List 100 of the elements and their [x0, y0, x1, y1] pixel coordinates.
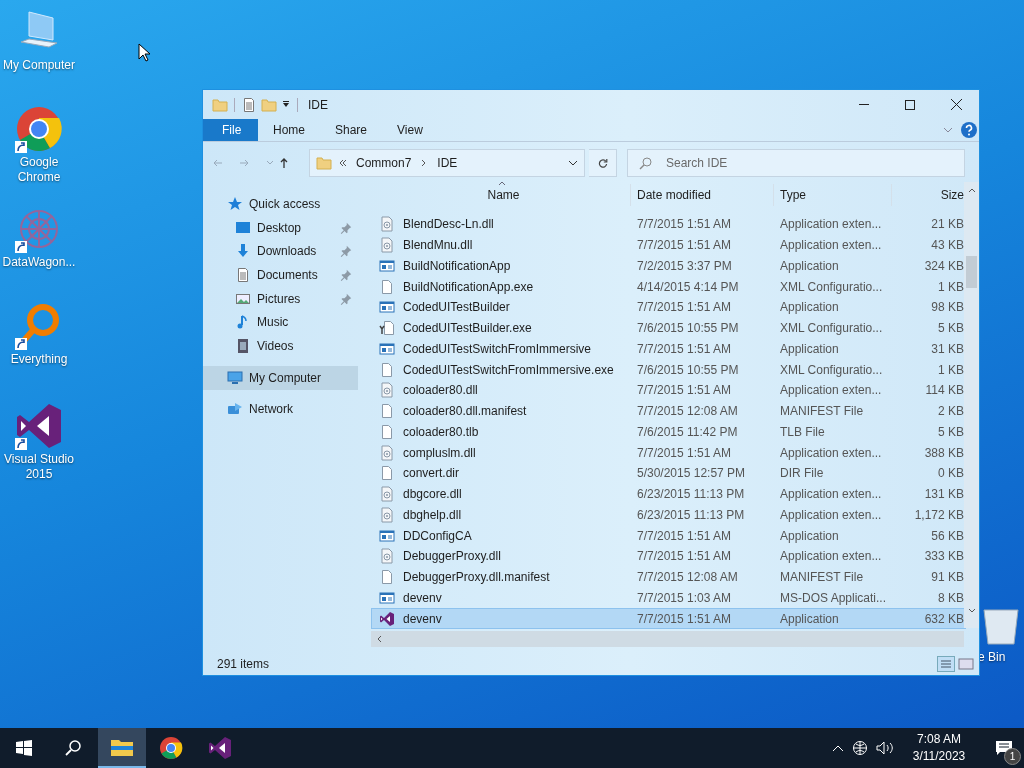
file-menu-button[interactable]: File	[203, 119, 258, 141]
scroll-thumb[interactable]	[966, 256, 977, 288]
file-row[interactable]: dbghelp.dll 6/23/2015 11:13 PM Application exten... 1,172 KB	[371, 504, 966, 526]
close-icon	[950, 99, 962, 110]
breadcrumb-item[interactable]: IDE	[435, 156, 460, 170]
size-cell-text: 5 KB	[937, 321, 965, 336]
gear-file-icon	[379, 237, 395, 254]
file-row[interactable]: coloader80.dll 7/7/2015 1:51 AM Application exten... 114 KB	[371, 380, 966, 401]
file-name: BlendMnu.dll	[403, 238, 473, 253]
address-bar[interactable]: Common7 IDE	[309, 149, 585, 177]
file-row[interactable]: CodedUITestBuilder 7/7/2015 1:51 AM Application 98 KB	[371, 297, 966, 318]
column-header[interactable]: Size	[892, 184, 966, 206]
globe-icon[interactable]	[852, 740, 868, 756]
file-row[interactable]: CodedUITestSwitchFromImmersive 7/7/2015 1:51 AM Application 31 KB	[371, 338, 966, 360]
taskbar-button[interactable]	[98, 728, 146, 768]
column-header[interactable]: Date modified	[631, 184, 774, 206]
nav-item[interactable]: Videos	[203, 334, 358, 358]
nav-item[interactable]: Desktop	[203, 215, 358, 240]
size-cell-text: 388 KB	[923, 445, 965, 460]
config-file-icon	[379, 320, 395, 337]
horizontal-scrollbar[interactable]	[371, 631, 964, 647]
type-cell-text: XML Configuratio...	[779, 321, 884, 336]
size-cell-text: 56 KB	[930, 528, 965, 543]
date-cell-text: 7/6/2015 11:42 PM	[636, 424, 739, 439]
file-name: compluslm.dll	[403, 445, 476, 460]
date-cell-text: 7/7/2015 1:51 AM	[636, 341, 733, 356]
file-row[interactable]: BuildNotificationApp 7/2/2015 3:37 PM Application 324 KB	[371, 255, 966, 277]
search-field[interactable]: Search IDE	[627, 149, 965, 177]
file-name: coloader80.tlb	[403, 424, 479, 439]
date-cell-text: 7/7/2015 1:51 AM	[636, 549, 733, 564]
date-cell-text: 5/30/2015 12:57 PM	[636, 466, 747, 481]
minimize-icon	[859, 104, 869, 105]
size-cell-text: 1,172 KB	[913, 507, 965, 522]
refresh-button[interactable]	[589, 149, 617, 177]
file-row[interactable]: CodedUITestSwitchFromImmersive.exe 7/6/2015 10:55 PM XML Configuratio... 1 KB	[371, 359, 966, 380]
type-cell-text: XML Configuratio...	[779, 279, 884, 294]
gear-file-icon	[379, 444, 395, 461]
up-arrow-icon	[279, 158, 289, 168]
nav-item[interactable]: Pictures	[203, 286, 358, 311]
breadcrumb-item[interactable]: Common7	[354, 156, 414, 170]
folder-icon	[111, 738, 133, 756]
file-row[interactable]: BuildNotificationApp.exe 4/14/2015 4:14 PM XML Configuratio... 1 KB	[371, 276, 966, 297]
column-header[interactable]: Type	[774, 184, 892, 206]
file-row[interactable]: devenv 7/7/2015 1:03 AM MS-DOS Applicati... 8 KB	[371, 587, 966, 609]
file-row[interactable]: compluslm.dll 7/7/2015 1:51 AM Application exten... 388 KB	[371, 442, 966, 463]
size-cell-text: 333 KB	[923, 549, 965, 564]
nav-item[interactable]: Documents	[203, 263, 358, 287]
search-icon	[639, 157, 652, 170]
type-cell-text: DIR File	[779, 466, 825, 481]
gear-file-icon	[379, 216, 395, 233]
browser-logo-icon	[159, 736, 183, 760]
expand-ribbon-icon[interactable]	[943, 127, 953, 133]
nav-item[interactable]: Quick access	[203, 192, 358, 216]
shortcut-arrow-icon	[15, 141, 27, 153]
nav-item[interactable]: My Computer	[203, 365, 358, 390]
desktop-icon-label[interactable]: Visual Studio 2015	[0, 452, 78, 482]
size-cell-text: 1 KB	[937, 362, 965, 377]
computer-icon	[227, 369, 243, 386]
window-icon	[379, 257, 395, 274]
file-row[interactable]: dbgcore.dll 6/23/2015 11:13 PM Application exten... 131 KB	[371, 483, 966, 505]
file-row[interactable]: DebuggerProxy.dll 7/7/2015 1:51 AM Application exten... 333 KB	[371, 546, 966, 567]
shortcut-arrow-icon	[15, 338, 27, 350]
file-name: BuildNotificationApp	[403, 258, 511, 273]
size-cell-text: 98 KB	[930, 300, 965, 315]
cursor-icon	[138, 43, 150, 62]
size-cell-text: 8 KB	[937, 590, 965, 605]
date-cell-text: 7/7/2015 1:03 AM	[636, 590, 733, 605]
ribbon-tab[interactable]: Home	[258, 119, 320, 141]
dropdown-icon[interactable]	[568, 160, 578, 166]
notification-button[interactable]: 1	[984, 728, 1024, 768]
speaker-icon[interactable]	[876, 740, 894, 756]
file-row[interactable]: DDConfigCA 7/7/2015 1:51 AM Application 56 KB	[371, 525, 966, 546]
file-row[interactable]: CodedUITestBuilder.exe 7/6/2015 10:55 PM XML Configuratio... 5 KB	[371, 317, 966, 339]
file-row[interactable]: coloader80.tlb 7/6/2015 11:42 PM TLB File 5 KB	[371, 421, 966, 443]
file-icon	[379, 403, 395, 420]
file-name: DDConfigCA	[403, 528, 472, 543]
file-name: BlendDesc-Ln.dll	[403, 217, 494, 232]
file-row[interactable]: convert.dir 5/30/2015 12:57 PM DIR File 0 KB	[371, 463, 966, 484]
date-cell-text: 7/7/2015 1:51 AM	[636, 445, 733, 460]
column-header[interactable]: Name	[371, 184, 631, 206]
help-icon[interactable]	[961, 122, 977, 138]
vertical-scrollbar[interactable]	[964, 182, 979, 628]
clock[interactable]: 7:08 AM 3/11/2023	[902, 731, 976, 765]
date-cell-text: 7/7/2015 1:51 AM	[636, 383, 733, 398]
file-row[interactable]: coloader80.dll.manifest 7/7/2015 12:08 AM MANIFEST File 2 KB	[371, 400, 966, 422]
date-cell-text: 6/23/2015 11:13 PM	[636, 507, 746, 522]
nav-item[interactable]: Music	[203, 310, 358, 335]
nav-item[interactable]: Downloads	[203, 239, 358, 264]
file-row[interactable]: BlendMnu.dll 7/7/2015 1:51 AM Application exten... 43 KB	[371, 234, 966, 256]
type-cell-text: Application exten...	[779, 445, 883, 460]
size-cell-text: 114 KB	[924, 383, 965, 398]
ribbon-tab[interactable]: Share	[320, 119, 383, 141]
file-row[interactable]: DebuggerProxy.dll.manifest 7/7/2015 12:08 AM MANIFEST File 91 KB	[371, 566, 966, 588]
file-row[interactable]: devenv 7/7/2015 1:51 AM Application 632 KB	[371, 608, 966, 629]
file-row[interactable]: BlendDesc-Ln.dll 7/7/2015 1:51 AM Application exten... 21 KB	[371, 214, 966, 235]
nav-item[interactable]: Network	[203, 397, 358, 422]
ribbon-tab[interactable]: View	[382, 119, 438, 141]
size-cell-text: 21 KB	[930, 217, 965, 232]
chevron-up-icon[interactable]	[832, 744, 844, 752]
type-cell-text: Application	[779, 300, 840, 315]
